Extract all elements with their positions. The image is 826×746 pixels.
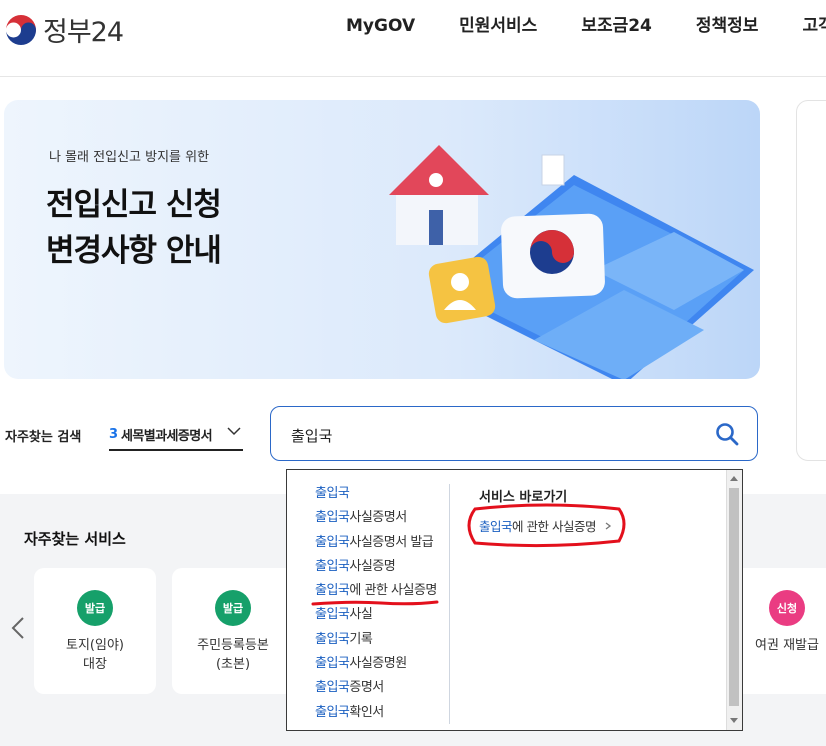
suggestion-item[interactable]: 출입국증명서	[315, 676, 437, 700]
logo-text: 정부24	[43, 17, 124, 48]
popular-search-label: 자주찾는 검색	[5, 430, 82, 445]
nav-policy-info[interactable]: 정책정보	[696, 16, 759, 36]
popular-keyword-text: 세목별과세증명서	[121, 429, 212, 444]
service-card-resident-register[interactable]: 발급 주민등록등본 (초본)	[172, 568, 294, 694]
banner-title: 전입신고 신청 변경사항 안내	[46, 187, 222, 269]
scroll-thumb[interactable]	[729, 488, 739, 706]
gov24-logo[interactable]: 정부24	[5, 10, 124, 49]
service-badge: 신청	[769, 590, 805, 626]
service-badge: 발급	[77, 590, 113, 626]
main-nav: MyGOV 민원서비스 보조금24 정책정보 고객센터	[346, 16, 826, 36]
top-header: 정부24 MyGOV 민원서비스 보조금24 정책정보 고객센터	[0, 0, 826, 77]
suggestion-item[interactable]: 출입국사실증명원	[315, 652, 437, 676]
search-icon[interactable]	[715, 422, 739, 446]
suggestion-item[interactable]: 출입국사실증명서	[315, 506, 437, 530]
suggestion-item[interactable]: 출입국기록	[315, 628, 437, 652]
service-label: 토지(임야) 대장	[66, 638, 124, 672]
service-card-land-register[interactable]: 발급 토지(임야) 대장	[34, 568, 156, 694]
phone-illustration	[389, 145, 754, 379]
frequent-services-title: 자주찾는 서비스	[24, 530, 126, 548]
chevron-left-icon[interactable]	[10, 616, 26, 640]
search-box	[270, 406, 758, 461]
taegeuk-emblem-icon	[6, 14, 36, 45]
suggestion-item[interactable]: 출입국사실증명서 발급	[315, 531, 437, 555]
suggestion-item[interactable]: 출입국확인서	[315, 701, 437, 725]
popular-keyword-dropdown[interactable]: 3 세목별과세증명서	[109, 420, 243, 451]
search-input[interactable]	[289, 420, 693, 450]
nav-subsidy[interactable]: 보조금24	[581, 16, 652, 36]
nav-customer-center[interactable]: 고객센터	[802, 16, 826, 36]
promo-banner[interactable]: 나 몰래 전입신고 방지를 위한 전입신고 신청 변경사항 안내	[4, 100, 760, 379]
dropdown-divider	[449, 484, 450, 724]
red-circle-annotation	[467, 503, 626, 548]
suggestion-item[interactable]: 출입국사실증명	[315, 555, 437, 579]
scroll-up-arrow-icon[interactable]	[730, 476, 738, 481]
nav-civil-service[interactable]: 민원서비스	[459, 16, 537, 36]
chevron-down-icon	[227, 427, 241, 436]
service-badge: 발급	[215, 590, 251, 626]
red-underline-annotation	[311, 600, 439, 606]
popular-keyword-rank: 3	[109, 427, 119, 442]
suggestion-item[interactable]: 출입국	[315, 482, 437, 506]
scroll-down-arrow-icon[interactable]	[730, 718, 738, 723]
side-panel-card[interactable]	[796, 100, 826, 461]
service-label: 주민등록등본 (초본)	[197, 638, 269, 672]
banner-subtitle: 나 몰래 전입신고 방지를 위한	[49, 150, 210, 165]
autocomplete-dropdown: 출입국 출입국사실증명서 출입국사실증명서 발급 출입국사실증명 출입국에 관한…	[286, 469, 743, 731]
nav-mygov[interactable]: MyGOV	[346, 16, 415, 36]
dropdown-scrollbar[interactable]	[726, 470, 742, 730]
